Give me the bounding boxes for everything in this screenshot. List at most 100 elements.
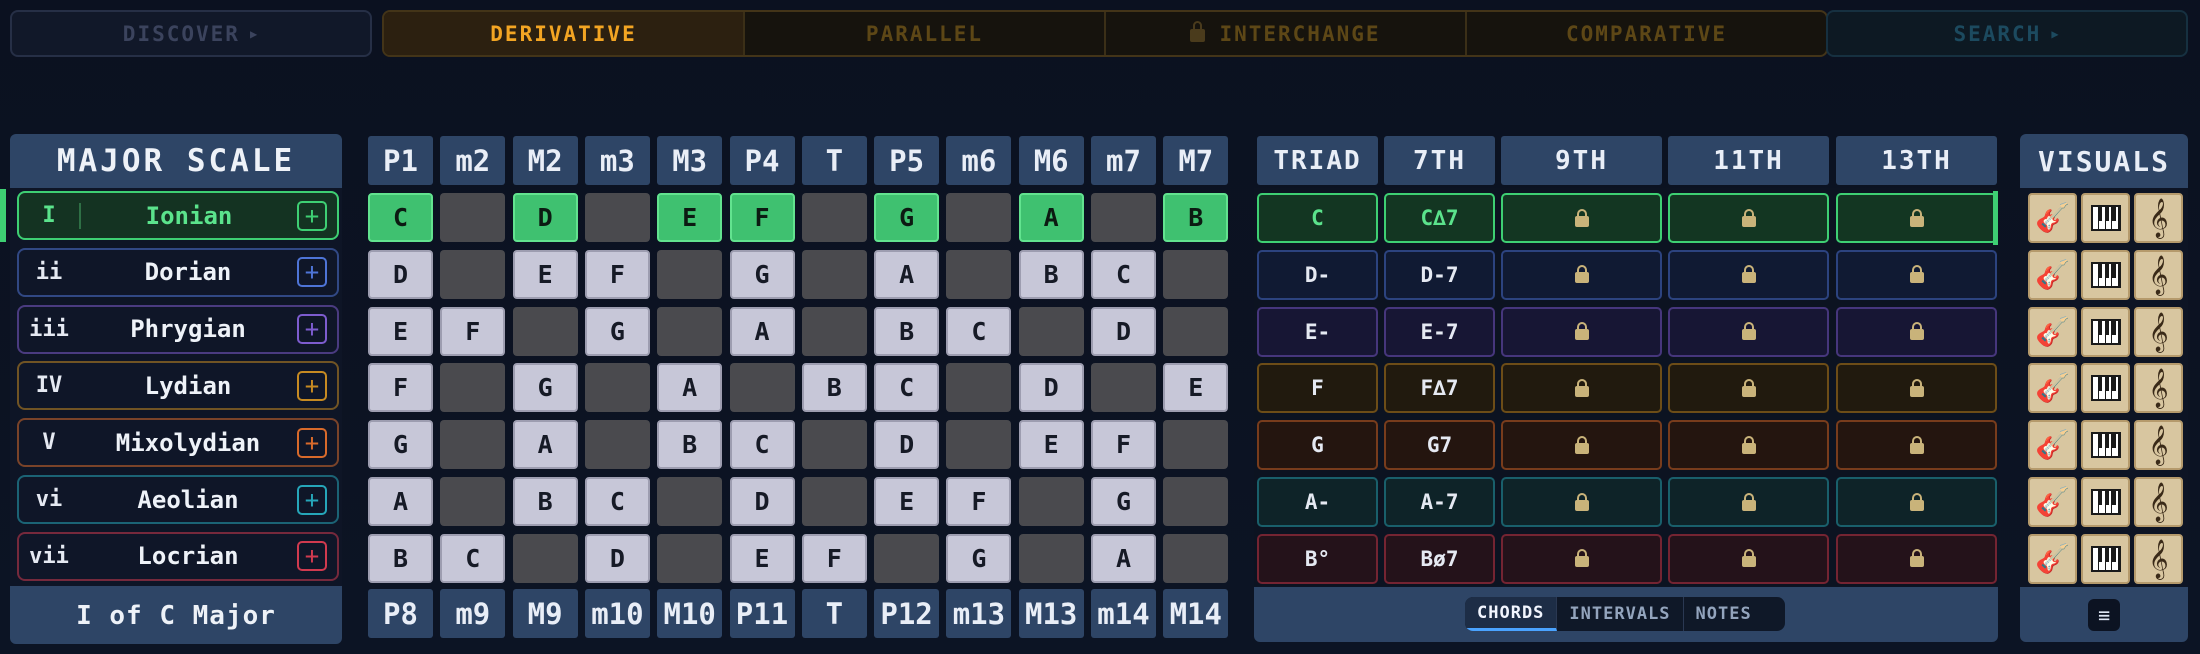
note-cell[interactable]: A	[368, 477, 433, 526]
treble-clef-button[interactable]: 𝄞	[2134, 477, 2183, 527]
chord-cell[interactable]: C	[1257, 193, 1378, 243]
treble-clef-button[interactable]: 𝄞	[2134, 249, 2183, 300]
chord-cell[interactable]: G7	[1384, 420, 1495, 471]
note-cell[interactable]: B	[1163, 193, 1229, 242]
note-cell[interactable]: A	[512, 420, 578, 470]
note-cell[interactable]: D	[1018, 363, 1084, 413]
tab-derivative[interactable]: DERIVATIVE	[384, 12, 745, 55]
treble-clef-button[interactable]: 𝄞	[2134, 306, 2183, 357]
chord-cell[interactable]: A-	[1257, 477, 1378, 527]
locked-chord-cell[interactable]	[1501, 193, 1662, 243]
note-cell[interactable]: B	[368, 533, 433, 583]
chord-cell[interactable]: G	[1257, 420, 1378, 471]
plus-icon[interactable]: +	[297, 257, 327, 288]
locked-chord-cell[interactable]	[1836, 533, 1997, 584]
note-cell[interactable]: D	[874, 420, 940, 470]
mode-row-ionian[interactable]: I Ionian +	[17, 191, 339, 240]
piano-button[interactable]	[2081, 363, 2130, 414]
locked-chord-cell[interactable]	[1836, 306, 1997, 357]
locked-chord-cell[interactable]	[1668, 193, 1829, 243]
plus-icon[interactable]: +	[297, 427, 327, 458]
note-cell[interactable]: B	[874, 306, 940, 356]
search-button[interactable]: SEARCH ▶	[1826, 10, 2188, 57]
note-cell[interactable]: A	[1091, 533, 1156, 583]
note-cell[interactable]: C	[368, 193, 433, 242]
locked-chord-cell[interactable]	[1668, 306, 1829, 357]
note-cell[interactable]: F	[801, 533, 867, 583]
chord-cell[interactable]: E-7	[1384, 306, 1495, 357]
note-cell[interactable]: D	[1091, 306, 1156, 356]
guitar-button[interactable]: 🎸	[2028, 363, 2077, 414]
note-cell[interactable]: C	[874, 363, 940, 413]
note-cell[interactable]: F	[584, 249, 650, 299]
tab-chords[interactable]: CHORDS	[1465, 597, 1558, 631]
note-cell[interactable]: E	[512, 249, 578, 299]
mode-row-phrygian[interactable]: iii Phrygian +	[17, 304, 339, 354]
chord-cell[interactable]: E-	[1257, 306, 1378, 357]
locked-chord-cell[interactable]	[1501, 420, 1662, 471]
note-cell[interactable]: C	[946, 306, 1012, 356]
note-cell[interactable]: E	[729, 533, 795, 583]
note-cell[interactable]: D	[584, 533, 650, 583]
plus-icon[interactable]: +	[297, 484, 327, 515]
plus-icon[interactable]: +	[297, 200, 327, 231]
note-cell[interactable]: F	[729, 193, 795, 242]
treble-clef-button[interactable]: 𝄞	[2134, 533, 2183, 584]
guitar-button[interactable]: 🎸	[2028, 533, 2077, 584]
piano-button[interactable]	[2081, 420, 2130, 471]
tab-comparative[interactable]: COMPARATIVE	[1467, 12, 1826, 55]
note-cell[interactable]: E	[1018, 420, 1084, 470]
note-cell[interactable]: C	[729, 420, 795, 470]
locked-chord-cell[interactable]	[1501, 306, 1662, 357]
guitar-button[interactable]: 🎸	[2028, 306, 2077, 357]
note-cell[interactable]: D	[368, 249, 433, 299]
note-cell[interactable]: E	[874, 477, 940, 526]
guitar-button[interactable]: 🎸	[2028, 420, 2077, 471]
piano-button[interactable]	[2081, 533, 2130, 584]
note-cell[interactable]: F	[440, 306, 506, 356]
locked-chord-cell[interactable]	[1668, 420, 1829, 471]
note-cell[interactable]: G	[946, 533, 1012, 583]
mode-row-locrian[interactable]: vii Locrian +	[17, 531, 339, 581]
guitar-button[interactable]: 🎸	[2028, 477, 2077, 527]
chord-cell[interactable]: Bø7	[1384, 533, 1495, 584]
plus-icon[interactable]: +	[297, 370, 327, 401]
locked-chord-cell[interactable]	[1836, 249, 1997, 300]
menu-button[interactable]: ≡	[2088, 598, 2120, 631]
locked-chord-cell[interactable]	[1836, 193, 1997, 243]
note-cell[interactable]: F	[1091, 420, 1156, 470]
note-cell[interactable]: G	[512, 363, 578, 413]
note-cell[interactable]: A	[657, 363, 723, 413]
note-cell[interactable]: G	[874, 193, 940, 242]
plus-icon[interactable]: +	[297, 541, 327, 572]
note-cell[interactable]: C	[1091, 249, 1156, 299]
locked-chord-cell[interactable]	[1501, 363, 1662, 414]
note-cell[interactable]: F	[946, 477, 1012, 526]
note-cell[interactable]: B	[801, 363, 867, 413]
note-cell[interactable]: C	[440, 533, 506, 583]
note-cell[interactable]: F	[368, 363, 433, 413]
note-cell[interactable]: D	[729, 477, 795, 526]
piano-button[interactable]	[2081, 477, 2130, 527]
mode-row-aeolian[interactable]: vi Aeolian +	[17, 475, 339, 524]
note-cell[interactable]: E	[368, 306, 433, 356]
guitar-button[interactable]: 🎸	[2028, 249, 2077, 300]
note-cell[interactable]: G	[1091, 477, 1156, 526]
note-cell[interactable]: D	[512, 193, 578, 242]
note-cell[interactable]: G	[729, 249, 795, 299]
note-cell[interactable]: A	[729, 306, 795, 356]
piano-button[interactable]	[2081, 306, 2130, 357]
note-cell[interactable]: C	[584, 477, 650, 526]
chord-cell[interactable]: F	[1257, 363, 1378, 414]
chord-cell[interactable]: D-7	[1384, 249, 1495, 300]
note-cell[interactable]: B	[657, 420, 723, 470]
chord-cell[interactable]: D-	[1257, 249, 1378, 300]
locked-chord-cell[interactable]	[1501, 477, 1662, 527]
chord-cell[interactable]: A-7	[1384, 477, 1495, 527]
plus-icon[interactable]: +	[297, 314, 327, 345]
mode-row-lydian[interactable]: IV Lydian +	[17, 361, 339, 411]
locked-chord-cell[interactable]	[1501, 249, 1662, 300]
piano-button[interactable]	[2081, 249, 2130, 300]
tab-notes[interactable]: NOTES	[1684, 597, 1764, 631]
treble-clef-button[interactable]: 𝄞	[2134, 193, 2183, 243]
